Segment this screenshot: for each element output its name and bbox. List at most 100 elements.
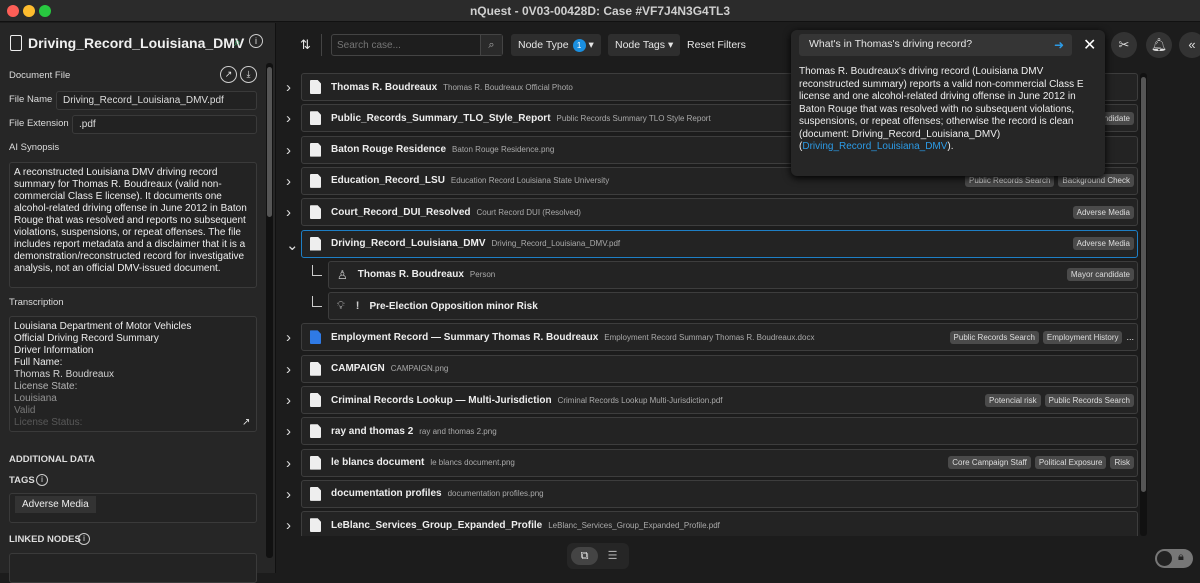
node-tag[interactable]: Political Exposure xyxy=(1034,456,1107,470)
tree-connector xyxy=(312,296,322,308)
transcription-line: Valid xyxy=(14,405,36,416)
chevron-right-icon[interactable]: › xyxy=(286,110,296,127)
tags-info-icon[interactable]: i xyxy=(36,474,48,486)
chevron-right-icon[interactable]: › xyxy=(286,142,296,159)
send-icon[interactable]: ➜ xyxy=(1054,38,1064,52)
person-icon: ♙ xyxy=(337,267,348,282)
search-icon[interactable]: ⌕ xyxy=(480,35,502,55)
node-tag[interactable]: Mayor candidate xyxy=(1066,268,1134,282)
more-tags-indicator[interactable]: ... xyxy=(1126,332,1134,342)
chevron-right-icon[interactable]: › xyxy=(286,173,296,190)
node-tag[interactable]: Risk xyxy=(1110,456,1134,470)
document-title: Driving_Record_Louisiana_DMV xyxy=(28,35,245,51)
chevron-right-icon[interactable]: › xyxy=(286,329,296,346)
node-subtitle: Person xyxy=(469,270,496,280)
node-row[interactable]: Criminal Records Lookup — Multi-Jurisdic… xyxy=(301,386,1138,414)
node-name: Thomas R. Boudreaux xyxy=(357,269,464,281)
chevron-right-icon[interactable]: › xyxy=(286,486,296,503)
node-subtitle: Court Record DUI (Resolved) xyxy=(476,207,581,217)
collapse-panel-icon[interactable]: « xyxy=(1179,32,1200,58)
tag-adverse-media[interactable]: Adverse Media xyxy=(15,496,96,513)
node-subtitle: Baton Rouge Residence.png xyxy=(452,145,555,155)
document-file-label: Document File xyxy=(9,70,71,81)
reset-filters-button[interactable]: Reset Filters xyxy=(680,34,753,56)
chevron-right-icon[interactable]: › xyxy=(286,455,296,472)
list-view-icon[interactable]: ☰ xyxy=(599,547,626,565)
chevron-right-icon[interactable]: › xyxy=(286,392,296,409)
document-details-panel: Driving_Record_Louisiana_DMV ⌕ i Documen… xyxy=(0,23,276,583)
info-icon[interactable]: i xyxy=(249,34,263,48)
node-row[interactable]: ray and thomas 2 ray and thomas 2.png xyxy=(301,417,1138,446)
node-tag[interactable]: Public Records Search xyxy=(1044,393,1134,407)
minimize-window-button[interactable] xyxy=(23,5,35,17)
node-tag[interactable]: Adverse Media xyxy=(1072,237,1134,250)
node-tags-filter[interactable]: Node Tags ▾ xyxy=(608,34,681,56)
node-tag[interactable]: Potencial risk xyxy=(985,393,1041,407)
search-case-input[interactable]: ⌕ xyxy=(331,34,503,56)
search-check-icon[interactable]: ⌕ xyxy=(234,35,241,50)
ai-synopsis-text[interactable]: A reconstructed Louisiana DMV driving re… xyxy=(9,162,257,288)
left-panel-scrollbar[interactable] xyxy=(266,63,273,558)
chat-question-input[interactable]: What's in Thomas's driving record? ➜ xyxy=(799,34,1072,56)
node-tag[interactable]: Public Records Search xyxy=(965,174,1055,188)
linked-nodes-heading: LINKED NODES xyxy=(9,534,81,545)
node-tag[interactable]: Adverse Media xyxy=(1072,205,1134,219)
close-chat-icon[interactable]: ✕ xyxy=(1083,35,1096,55)
document-icon xyxy=(10,35,22,51)
linked-nodes-box[interactable] xyxy=(9,553,257,583)
sort-icon[interactable]: ⇅ xyxy=(300,37,311,53)
list-scrollbar[interactable] xyxy=(1140,73,1147,536)
node-tags: Mayor candidate xyxy=(1066,268,1137,282)
node-subtitle: ray and thomas 2.png xyxy=(419,426,497,436)
chat-answer: Thomas R. Boudreaux's driving record (Lo… xyxy=(799,66,1084,152)
node-row[interactable]: Court_Record_DUI_Resolved Court Record DU… xyxy=(301,198,1138,227)
node-tag[interactable]: Core Campaign Staff xyxy=(948,456,1031,470)
node-row[interactable]: Driving_Record_Louisiana_DMV Driving_Reco… xyxy=(301,229,1138,258)
file-name-field[interactable]: Driving_Record_Louisiana_DMV.pdf xyxy=(56,91,257,110)
download-button[interactable]: ⤓ xyxy=(240,66,257,83)
node-tag[interactable]: Public Records Search xyxy=(949,330,1039,344)
chevron-right-icon[interactable]: › xyxy=(286,517,296,534)
lightbulb-icon: 💡︎ ! xyxy=(337,299,360,312)
chevron-right-icon[interactable]: › xyxy=(286,423,296,440)
node-row[interactable]: Employment Record — Summary Thomas R. Bo… xyxy=(301,323,1138,352)
close-window-button[interactable] xyxy=(7,5,19,17)
open-external-button[interactable]: ↗ xyxy=(220,66,237,83)
chevron-right-icon[interactable]: › xyxy=(286,204,296,221)
tools-icon[interactable]: ✂ xyxy=(1111,32,1137,58)
linked-nodes-info-icon[interactable]: i xyxy=(78,533,90,545)
node-name: CAMPAIGN xyxy=(331,363,385,375)
file-icon xyxy=(310,518,321,533)
node-row[interactable]: LeBlanc_Services_Group_Expanded_Profile L… xyxy=(301,511,1138,536)
document-link[interactable]: Driving_Record_Louisiana_DMV xyxy=(802,141,947,152)
lock-toggle[interactable]: 🔒︎ xyxy=(1155,549,1193,568)
tree-connector xyxy=(312,264,322,276)
word-file-icon xyxy=(310,330,321,345)
node-row[interactable]: CAMPAIGN CAMPAIGN.png xyxy=(301,354,1138,383)
child-node-row[interactable]: 💡︎ ! Pre-Election Opposition minor Risk xyxy=(328,292,1138,321)
graph-view-icon[interactable]: ⧉ xyxy=(571,547,598,565)
node-name: ray and thomas 2 xyxy=(331,425,414,437)
file-name-label: File Name xyxy=(9,94,53,105)
chevron-right-icon[interactable]: › xyxy=(286,361,296,378)
search-input[interactable] xyxy=(332,35,480,55)
title-bar: nQuest - 0V03-00428D: Case #VF7J4N3G4TL3 xyxy=(0,0,1200,22)
node-row[interactable]: le blancs document le blancs document.png… xyxy=(301,448,1138,477)
bell-icon[interactable]: 🔔︎ xyxy=(1146,32,1172,58)
node-tag[interactable]: Background Check xyxy=(1058,174,1134,188)
node-subtitle: Education Record Louisiana State Univers… xyxy=(450,176,610,186)
child-node-row[interactable]: ♙ Thomas R. Boudreaux Person Mayor candidat… xyxy=(328,260,1138,289)
node-subtitle: documentation profiles.png xyxy=(447,489,544,499)
node-row[interactable]: documentation profiles documentation prof… xyxy=(301,479,1138,508)
node-tag[interactable]: Employment History xyxy=(1042,330,1123,344)
tags-box[interactable]: Adverse Media xyxy=(9,493,257,523)
chevron-down-icon[interactable]: ⌄ xyxy=(286,236,299,254)
file-extension-field[interactable]: .pdf xyxy=(72,115,257,134)
maximize-window-button[interactable] xyxy=(39,5,51,17)
chevron-right-icon[interactable]: › xyxy=(286,79,296,96)
file-icon xyxy=(310,486,321,501)
transcription-label: Transcription xyxy=(9,297,64,308)
expand-transcription-icon[interactable]: ↗ xyxy=(242,417,250,428)
node-type-filter[interactable]: Node Type 1 ▾ xyxy=(511,34,601,56)
transcription-text[interactable]: Louisiana Department of Motor Vehicles Of… xyxy=(9,316,257,432)
